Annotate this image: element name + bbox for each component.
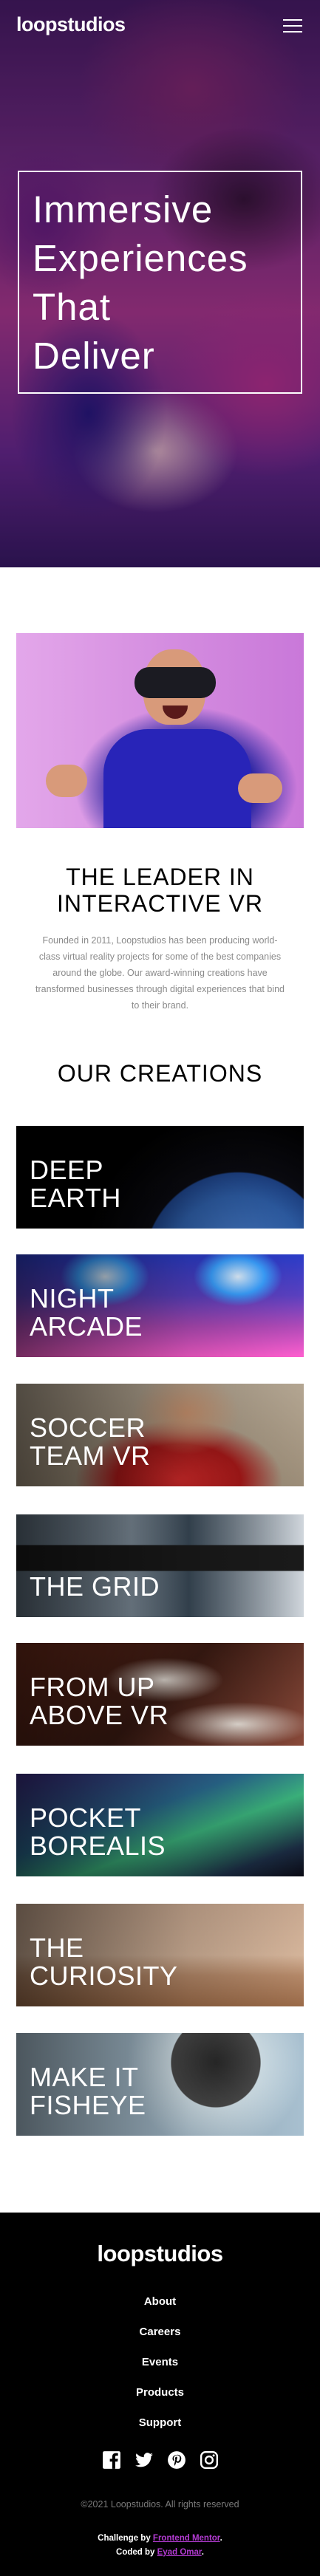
creation-card-title: THE CURIOSITY — [30, 1933, 178, 1991]
attribution-period: . — [219, 2534, 222, 2543]
author-link[interactable]: Eyad Omar — [157, 2548, 202, 2557]
interactive-vr-title: THE LEADER IN INTERACTIVE VR — [57, 864, 263, 917]
attribution-period: . — [201, 2548, 204, 2557]
interactive-vr-image — [16, 633, 304, 828]
hero-title-box: Immersive Experiences That Deliver — [18, 171, 302, 394]
twitter-icon[interactable] — [135, 2450, 154, 2470]
creation-card-soccer-team-vr[interactable]: SOCCER TEAM VR — [16, 1384, 304, 1486]
footer-link-about[interactable]: About — [0, 2296, 320, 2326]
frontend-mentor-link[interactable]: Frontend Mentor — [153, 2534, 220, 2543]
creation-card-title: NIGHT ARCADE — [30, 1283, 143, 1342]
attribution: Challenge by Frontend Mentor. Coded by E… — [0, 2532, 320, 2560]
creation-card-from-up-above-vr[interactable]: FROM UP ABOVE VR — [16, 1643, 304, 1746]
creation-card-make-it-fisheye[interactable]: MAKE IT FISHEYE — [16, 2033, 304, 2136]
footer-link-products[interactable]: Products — [0, 2387, 320, 2417]
creation-card-night-arcade[interactable]: NIGHT ARCADE — [16, 1254, 304, 1357]
creation-card-title: THE GRID — [30, 1571, 160, 1602]
hamburger-icon[interactable] — [283, 19, 302, 33]
creation-card-deep-earth[interactable]: DEEP EARTH — [16, 1126, 304, 1229]
pinterest-icon[interactable] — [167, 2450, 186, 2470]
site-logo[interactable]: loopstudios — [16, 13, 126, 36]
creation-card-the-curiosity[interactable]: THE CURIOSITY — [16, 1904, 304, 2006]
interactive-vr-text: Founded in 2011, Loopstudios has been pr… — [35, 935, 285, 1011]
footer-nav: About Careers Events Products Support — [0, 2296, 320, 2447]
creation-card-title: POCKET BOREALIS — [30, 1803, 166, 1861]
copyright-text: ©2021 Loopstudios. All rights reserved — [81, 2499, 239, 2510]
creations-title: OUR CREATIONS — [57, 1060, 263, 1087]
attribution-challenge-label: Challenge by — [98, 2534, 153, 2543]
creation-card-title: FROM UP ABOVE VR — [30, 1672, 169, 1730]
footer-logo[interactable]: loopstudios — [0, 2241, 320, 2267]
creation-card-pocket-borealis[interactable]: POCKET BOREALIS — [16, 1774, 304, 1876]
footer: loopstudios About Careers Events Product… — [0, 2213, 320, 2576]
attribution-challenge: Challenge by Frontend Mentor. — [0, 2532, 320, 2546]
attribution-coded-label: Coded by — [116, 2548, 157, 2557]
instagram-icon[interactable] — [200, 2450, 219, 2470]
facebook-icon[interactable] — [102, 2450, 121, 2470]
footer-link-support[interactable]: Support — [0, 2417, 320, 2447]
attribution-coded: Coded by Eyad Omar. — [0, 2546, 320, 2560]
hero-section: loopstudios Immersive Experiences That D… — [0, 0, 320, 567]
creation-card-title: DEEP EARTH — [30, 1155, 121, 1213]
footer-link-events[interactable]: Events — [0, 2357, 320, 2387]
creation-card-title: MAKE IT FISHEYE — [30, 2062, 146, 2120]
creation-card-the-grid[interactable]: THE GRID — [16, 1514, 304, 1617]
social-links — [0, 2450, 320, 2470]
footer-link-careers[interactable]: Careers — [0, 2326, 320, 2357]
creation-card-title: SOCCER TEAM VR — [30, 1412, 151, 1471]
hero-title: Immersive Experiences That Deliver — [33, 188, 248, 377]
